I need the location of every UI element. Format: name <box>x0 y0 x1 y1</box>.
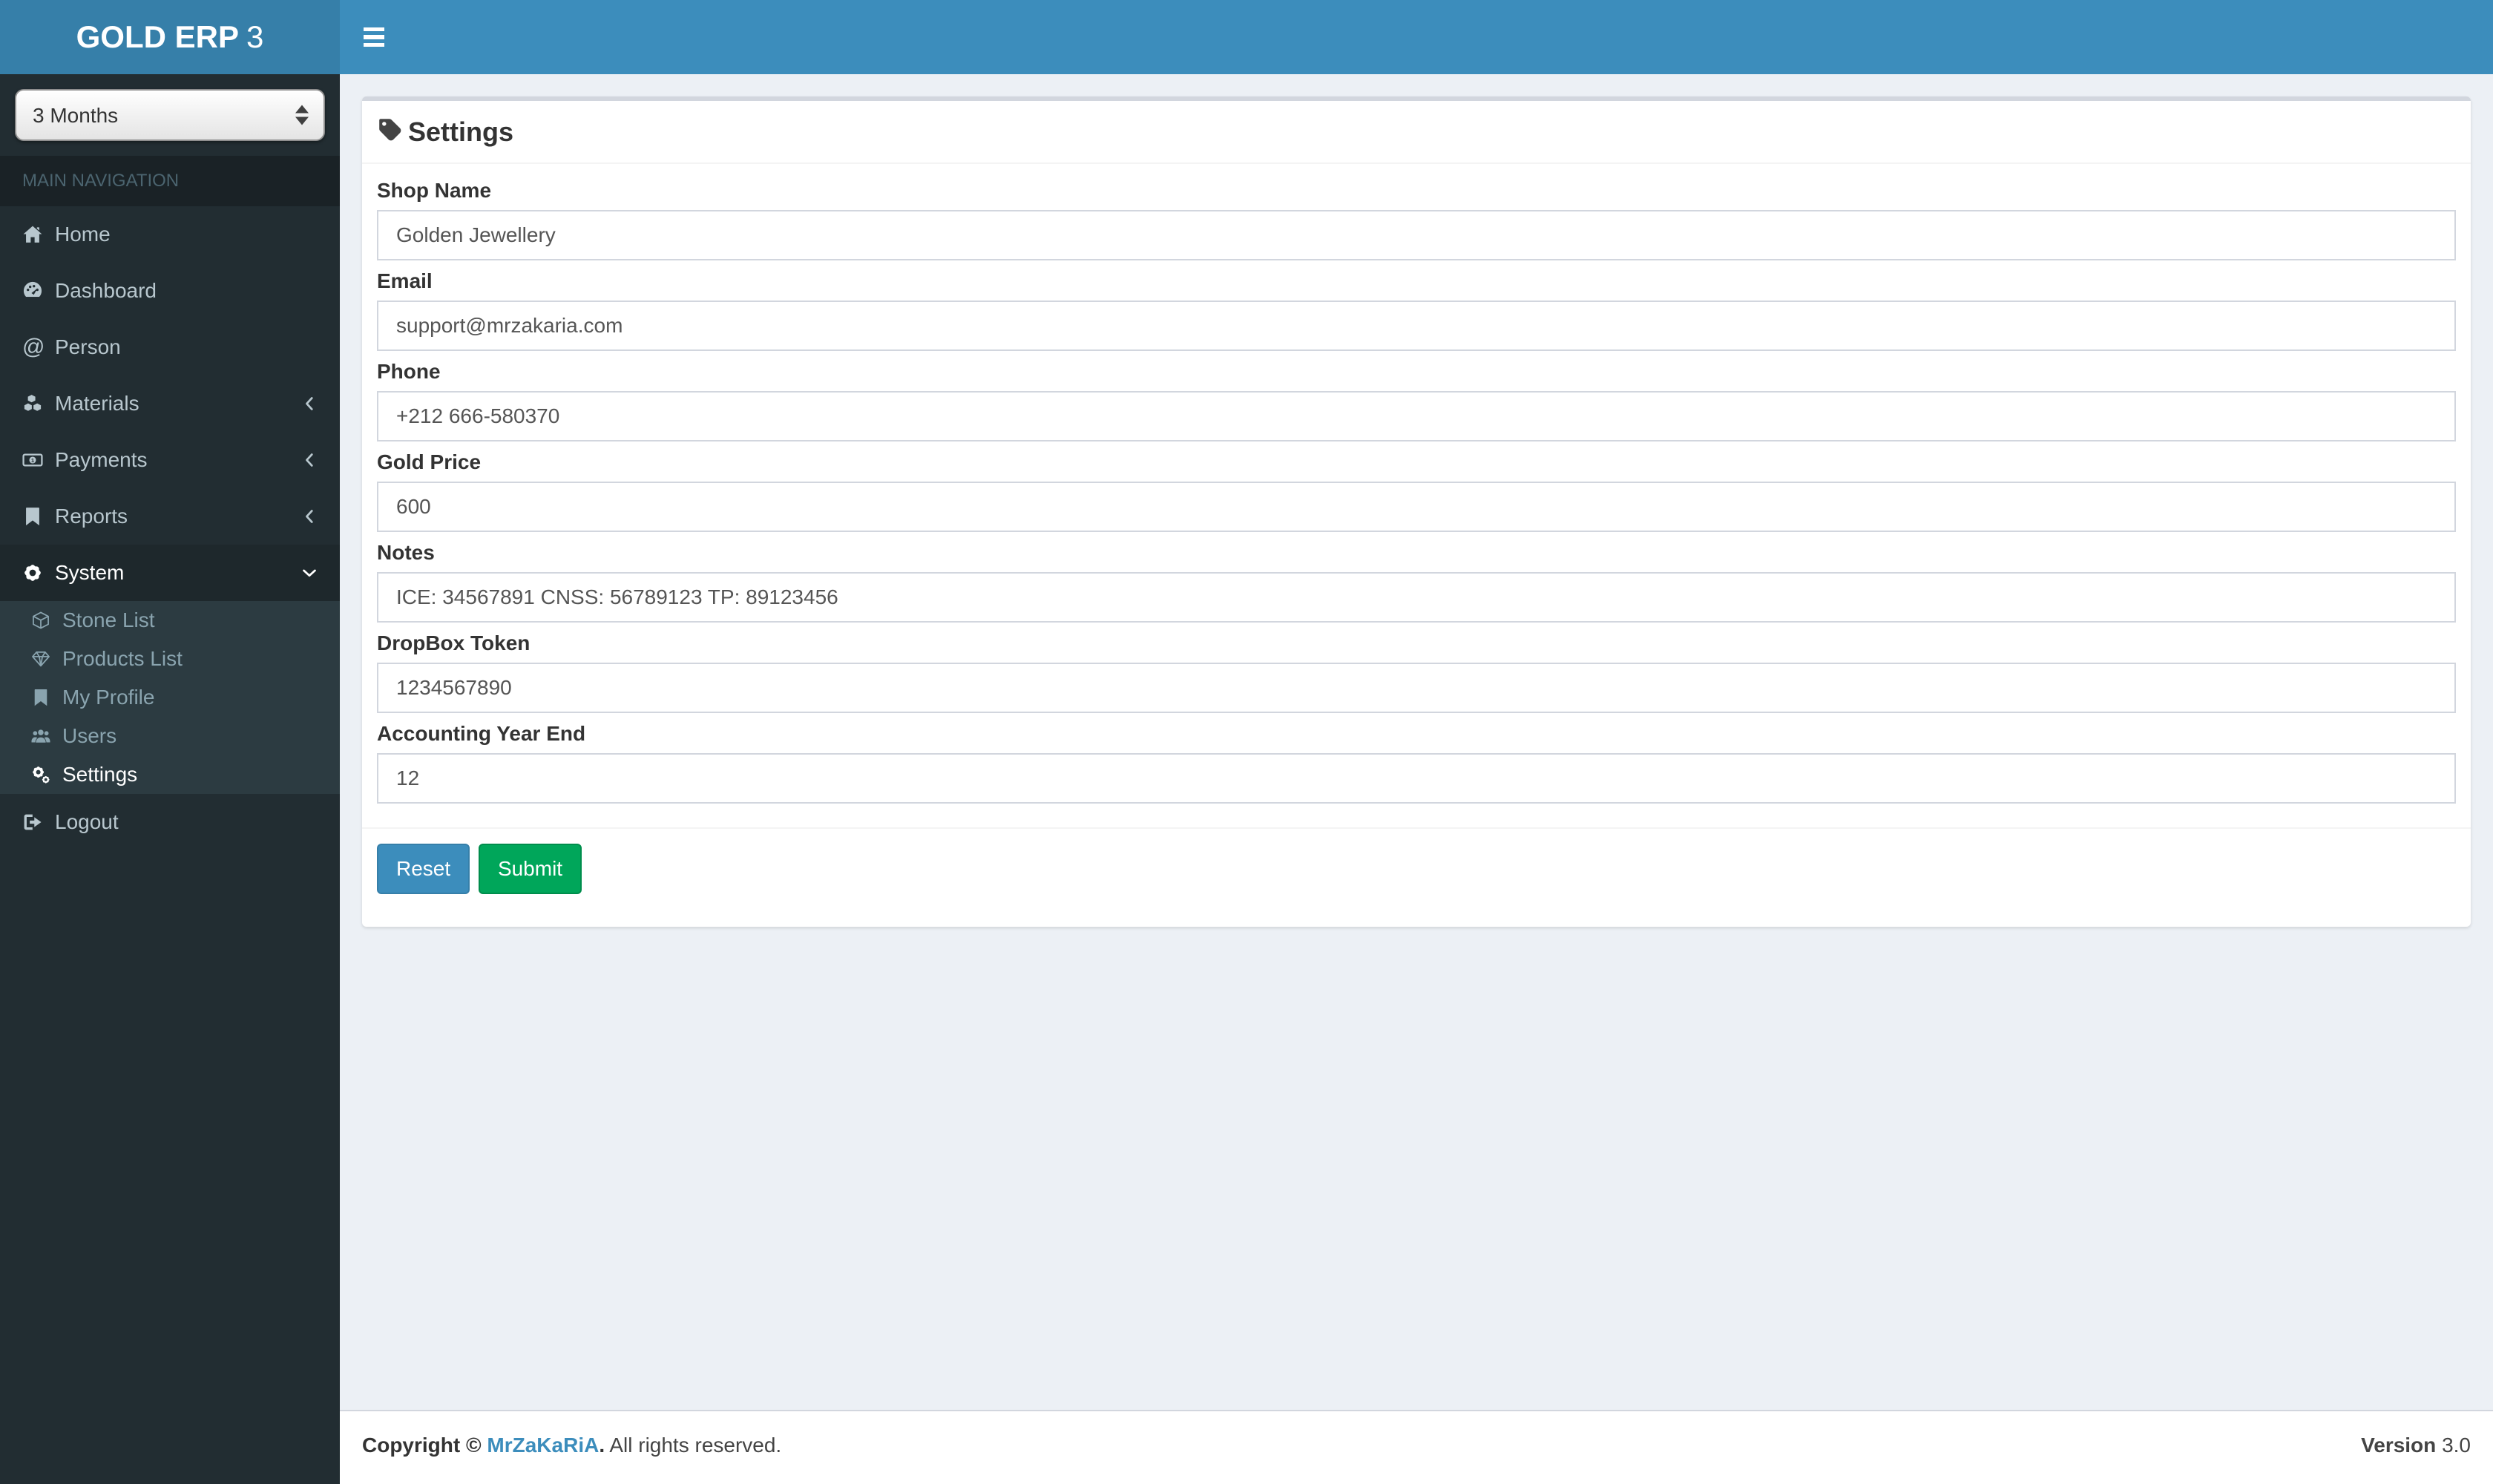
sidebar-subitem-stone-list[interactable]: Stone List <box>0 601 340 640</box>
sidebar-subitem-users[interactable]: Users <box>0 717 340 755</box>
version-label: Version <box>2361 1434 2437 1457</box>
notes-label: Notes <box>377 541 435 565</box>
angle-left-icon <box>300 507 319 526</box>
sidebar-subitem-label: Stone List <box>62 608 155 631</box>
notes-input[interactable] <box>377 572 2456 623</box>
sidebar: 3 Months MAIN NAVIGATION Home Dashboard … <box>0 74 340 1484</box>
email-label: Email <box>377 269 433 293</box>
settings-card: Settings Shop Name Email Phone Gold Pric… <box>362 96 2471 927</box>
tag-icon <box>377 116 402 147</box>
sidebar-item-label: Payments <box>55 448 148 471</box>
sidebar-item-label: Dashboard <box>55 279 157 302</box>
sidebar-toggle-button[interactable] <box>340 0 408 74</box>
gears-icon <box>31 765 62 784</box>
sidebar-subitem-label: Settings <box>62 763 138 786</box>
sidebar-subitem-label: Products List <box>62 647 183 670</box>
sidebar-section-header: MAIN NAVIGATION <box>0 156 340 206</box>
gold-price-input[interactable] <box>377 482 2456 533</box>
gear-icon <box>22 562 55 583</box>
shop-name-input[interactable] <box>377 210 2456 261</box>
dashboard-icon <box>22 280 55 301</box>
diamond-icon <box>31 649 62 669</box>
sidebar-subitem-label: Users <box>62 724 117 747</box>
sidebar-item-system[interactable]: System <box>0 545 340 601</box>
top-navbar <box>340 0 2493 74</box>
cubes-icon <box>22 393 55 414</box>
sidebar-period-form: 3 Months <box>15 89 325 141</box>
sidebar-subitem-products-list[interactable]: Products List <box>0 640 340 678</box>
sidebar-item-reports[interactable]: Reports <box>0 488 340 545</box>
shop-name-label: Shop Name <box>377 179 492 203</box>
sidebar-subitem-settings[interactable]: Settings <box>0 755 340 794</box>
svg-text:1: 1 <box>31 457 35 464</box>
sidebar-subitem-label: My Profile <box>62 686 155 709</box>
app-root: GOLD ERP 3 3 Months MAIN NAVIGATION Home… <box>0 0 2493 1484</box>
bookmark-icon <box>31 688 62 707</box>
period-select[interactable]: 3 Months <box>15 89 325 141</box>
accounting-year-end-label: Accounting Year End <box>377 722 586 746</box>
phone-input[interactable] <box>377 391 2456 442</box>
sign-out-icon <box>22 812 55 833</box>
settings-card-header: Settings <box>362 101 2471 165</box>
sidebar-item-materials[interactable]: Materials <box>0 375 340 432</box>
users-icon <box>31 726 62 746</box>
settings-card-footer: Reset Submit <box>362 827 2471 927</box>
sidebar-item-label: System <box>55 561 125 584</box>
rights-text: All rights reserved. <box>605 1434 782 1457</box>
accounting-year-end-input[interactable] <box>377 753 2456 804</box>
cube-icon <box>31 611 62 630</box>
sidebar-item-label: Materials <box>55 392 139 415</box>
brand-logo[interactable]: GOLD ERP 3 <box>0 0 340 74</box>
sidebar-item-person[interactable]: @ Person <box>0 319 340 375</box>
copyright-period: . <box>599 1434 605 1457</box>
sidebar-item-home[interactable]: Home <box>0 206 340 263</box>
at-icon: @ <box>22 335 45 359</box>
sidebar-item-logout[interactable]: Logout <box>0 794 340 850</box>
gold-price-label: Gold Price <box>377 450 482 474</box>
footer: Version 3.0 Copyright © MrZaKaRiA. All r… <box>340 1410 2493 1484</box>
email-input[interactable] <box>377 301 2456 352</box>
sidebar-item-label: Home <box>55 223 111 246</box>
angle-down-icon <box>300 563 319 582</box>
sidebar-item-label: Person <box>55 335 121 358</box>
page-title: Settings <box>408 116 514 147</box>
home-icon <box>22 224 55 245</box>
money-icon: 1 <box>22 450 55 470</box>
sidebar-item-dashboard[interactable]: Dashboard <box>0 263 340 319</box>
system-submenu: Stone List Products List My Profile User… <box>0 601 340 794</box>
author-link[interactable]: MrZaKaRiA <box>487 1434 599 1457</box>
angle-left-icon <box>300 394 319 413</box>
sidebar-subitem-my-profile[interactable]: My Profile <box>0 678 340 717</box>
brand-name: GOLD ERP <box>76 19 239 54</box>
bookmark-icon <box>22 506 55 527</box>
version-value: 3.0 <box>2442 1434 2471 1457</box>
footer-version: Version 3.0 <box>2361 1434 2471 1457</box>
content-area: Settings Shop Name Email Phone Gold Pric… <box>340 74 2493 1410</box>
hamburger-icon <box>364 24 384 50</box>
phone-label: Phone <box>377 360 441 384</box>
copyright-text: Copyright © <box>362 1434 487 1457</box>
sidebar-item-payments[interactable]: 1 Payments <box>0 432 340 488</box>
sidebar-menu: Home Dashboard @ Person Materials 1 Paym… <box>0 206 340 850</box>
settings-form: Shop Name Email Phone Gold Price Notes <box>362 164 2471 827</box>
brand-version-digit: 3 <box>246 19 264 54</box>
dropbox-token-label: DropBox Token <box>377 631 531 655</box>
dropbox-token-input[interactable] <box>377 663 2456 714</box>
angle-left-icon <box>300 450 319 470</box>
footer-copyright: Copyright © MrZaKaRiA. <box>362 1434 605 1457</box>
sidebar-item-label: Logout <box>55 810 119 833</box>
reset-button[interactable]: Reset <box>377 844 470 894</box>
submit-button[interactable]: Submit <box>478 844 582 894</box>
sidebar-item-label: Reports <box>55 505 128 528</box>
